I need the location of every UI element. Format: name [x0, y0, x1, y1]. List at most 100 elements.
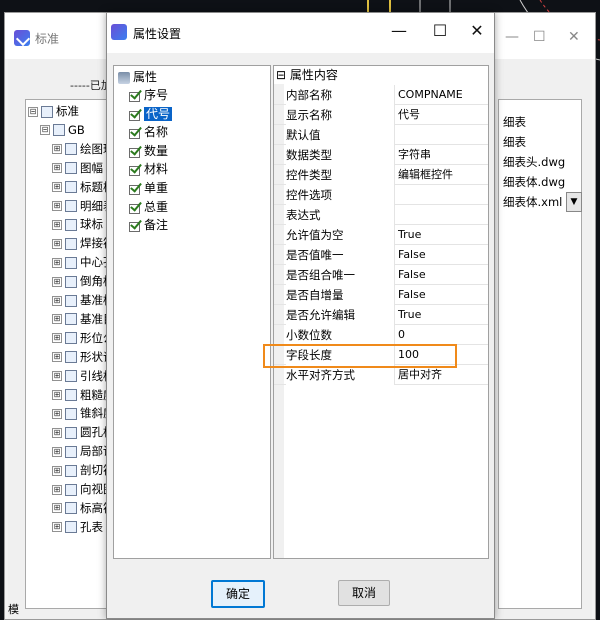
maximize-button[interactable]: ☐ — [533, 29, 546, 45]
property-name: 是否组合唯一 — [286, 265, 395, 285]
attribute-tree-item[interactable]: 备注 — [128, 216, 168, 234]
maximize-button[interactable]: ☐ — [425, 21, 455, 40]
node-icon — [65, 332, 77, 345]
property-name: 是否自增量 — [286, 285, 395, 305]
attribute-tree-item[interactable]: 单重 — [128, 179, 168, 197]
expand-icon[interactable]: ⊞ — [52, 295, 62, 306]
attribute-tree-item[interactable]: 序号 — [128, 86, 168, 104]
expand-icon[interactable]: ⊞ — [52, 446, 62, 457]
property-row[interactable]: 允许值为空 True — [274, 225, 488, 245]
expand-icon[interactable]: ⊞ — [52, 333, 62, 344]
collapse-icon[interactable]: ⊟ — [28, 106, 38, 117]
property-row[interactable]: 内部名称 COMPNAME — [274, 85, 488, 105]
property-value[interactable]: 编辑框控件 — [396, 165, 488, 185]
expand-icon[interactable]: ⊞ — [52, 484, 62, 495]
tree-node[interactable]: ⊟ 标准 — [28, 102, 79, 120]
attribute-tree-item[interactable]: 总重 — [128, 198, 168, 216]
property-value[interactable]: 0 — [396, 325, 488, 345]
standard-tree[interactable]: ⊟标准⊟GB⊞绘图环境⊞图幅⊞标题栏⊞明细表⊞球标⊞焊接符号⊞中心孔标⊞倒角标注… — [25, 99, 117, 609]
attribute-tree[interactable]: 属性 序号 代号 名称 数量 材料 单重 总重 备注 — [113, 65, 271, 559]
list-item[interactable]: 细表 — [503, 132, 526, 152]
attribute-tree-item[interactable]: 代号 — [128, 105, 173, 123]
expand-icon[interactable]: ⊞ — [52, 238, 62, 249]
tree-node[interactable]: ⊞ 图幅 — [52, 159, 103, 177]
dialog-title: 属性设置 — [133, 27, 182, 41]
property-grid-header[interactable]: ⊟ 属性内容 — [274, 66, 488, 84]
property-value[interactable]: False — [396, 245, 488, 265]
property-value[interactable]: 代号 — [396, 105, 488, 125]
attribute-tree-item[interactable]: 名称 — [128, 123, 168, 141]
close-button[interactable]: ✕ — [462, 21, 492, 40]
property-row[interactable]: 数据类型 字符串 — [274, 145, 488, 165]
expand-icon[interactable]: ⊞ — [52, 390, 62, 400]
attribute-tree-item[interactable]: 数量 — [128, 142, 168, 160]
node-icon — [65, 521, 77, 534]
property-row[interactable]: 控件类型 编辑框控件 — [274, 165, 488, 185]
checked-icon — [128, 182, 141, 195]
property-value[interactable]: COMPNAME — [396, 85, 488, 105]
property-value[interactable] — [396, 185, 488, 205]
expand-icon[interactable]: ⊞ — [52, 465, 62, 476]
list-item[interactable]: 细表头.dwg — [503, 152, 565, 172]
expand-icon[interactable]: ⊞ — [52, 201, 62, 211]
ok-button[interactable]: 确定 — [211, 580, 265, 608]
expand-icon[interactable]: ⊞ — [52, 427, 62, 438]
expand-icon[interactable]: ⊞ — [52, 182, 62, 193]
cancel-button[interactable]: 取消 — [338, 580, 390, 606]
expand-icon[interactable]: ⊞ — [52, 163, 62, 174]
property-row[interactable]: 是否允许编辑 True — [274, 305, 488, 325]
property-row[interactable]: 是否组合唯一 False — [274, 265, 488, 285]
template-list[interactable]: 细表 细表 细表头.dwg 细表体.dwg 细表体.xml — [498, 99, 582, 609]
collapse-icon[interactable]: ⊟ — [40, 125, 50, 136]
property-grid[interactable]: ⊟ 属性内容 内部名称 COMPNAME 显示名称 代号 默认值 数据类型 字符串 控件类型编… — [273, 65, 489, 559]
property-row[interactable]: 小数位数 0 — [274, 325, 488, 345]
property-value[interactable]: True — [396, 305, 488, 325]
property-row[interactable]: 水平对齐方式 居中对齐 — [274, 365, 488, 385]
minimize-button[interactable]: — — [384, 21, 414, 40]
app-icon — [14, 30, 30, 46]
node-icon — [65, 313, 77, 326]
property-name: 允许值为空 — [286, 225, 395, 245]
expand-icon[interactable]: ⊞ — [52, 408, 62, 419]
property-name: 默认值 — [286, 125, 395, 145]
property-name: 表达式 — [286, 205, 395, 225]
property-value[interactable]: True — [396, 225, 488, 245]
property-row[interactable]: 是否值唯一 False — [274, 245, 488, 265]
property-value[interactable] — [396, 125, 488, 145]
dropdown-arrow-icon[interactable]: ▼ — [566, 192, 582, 212]
tree-node[interactable]: ⊟ GB — [40, 121, 85, 139]
property-value[interactable]: 居中对齐 — [396, 365, 488, 385]
property-row[interactable]: 显示名称 代号 — [274, 105, 488, 125]
minimize-button[interactable]: — — [505, 29, 519, 45]
tree-root[interactable]: 属性 — [118, 68, 157, 86]
property-value[interactable]: False — [396, 265, 488, 285]
expand-icon[interactable]: ⊞ — [52, 144, 62, 155]
property-row[interactable]: 是否自增量 False — [274, 285, 488, 305]
attribute-tree-item[interactable]: 材料 — [128, 160, 168, 178]
expand-icon[interactable]: ⊞ — [52, 257, 62, 268]
property-value[interactable]: False — [396, 285, 488, 305]
expand-icon[interactable]: ⊞ — [52, 314, 62, 325]
tree-node[interactable]: ⊞ 孔表 — [52, 518, 103, 536]
property-row[interactable]: 默认值 — [274, 125, 488, 145]
property-value[interactable] — [396, 205, 488, 225]
close-button[interactable]: ✕ — [568, 29, 580, 45]
dialog-titlebar: 属性设置 — ☐ ✕ — [107, 13, 494, 53]
expand-icon[interactable]: ⊞ — [52, 503, 62, 514]
expand-icon[interactable]: ⊞ — [52, 219, 62, 230]
property-value[interactable]: 字符串 — [396, 145, 488, 165]
expand-icon[interactable]: ⊞ — [52, 352, 62, 363]
expand-icon[interactable]: ⊞ — [52, 276, 62, 287]
tree-node-label: 标准 — [56, 104, 79, 118]
property-row[interactable]: 控件选项 — [274, 185, 488, 205]
checked-icon — [128, 163, 141, 177]
list-item[interactable]: 细表 — [503, 112, 526, 132]
expand-icon[interactable]: ⊞ — [52, 371, 62, 382]
list-item[interactable]: 细表体.dwg — [503, 172, 565, 192]
list-item[interactable]: 细表体.xml — [503, 192, 562, 212]
node-icon — [65, 464, 77, 477]
expand-icon[interactable]: ⊞ — [52, 522, 62, 533]
tree-root-label: 属性 — [133, 70, 158, 84]
property-row[interactable]: 表达式 — [274, 205, 488, 225]
tree-node[interactable]: ⊞ 球标 — [52, 215, 103, 233]
